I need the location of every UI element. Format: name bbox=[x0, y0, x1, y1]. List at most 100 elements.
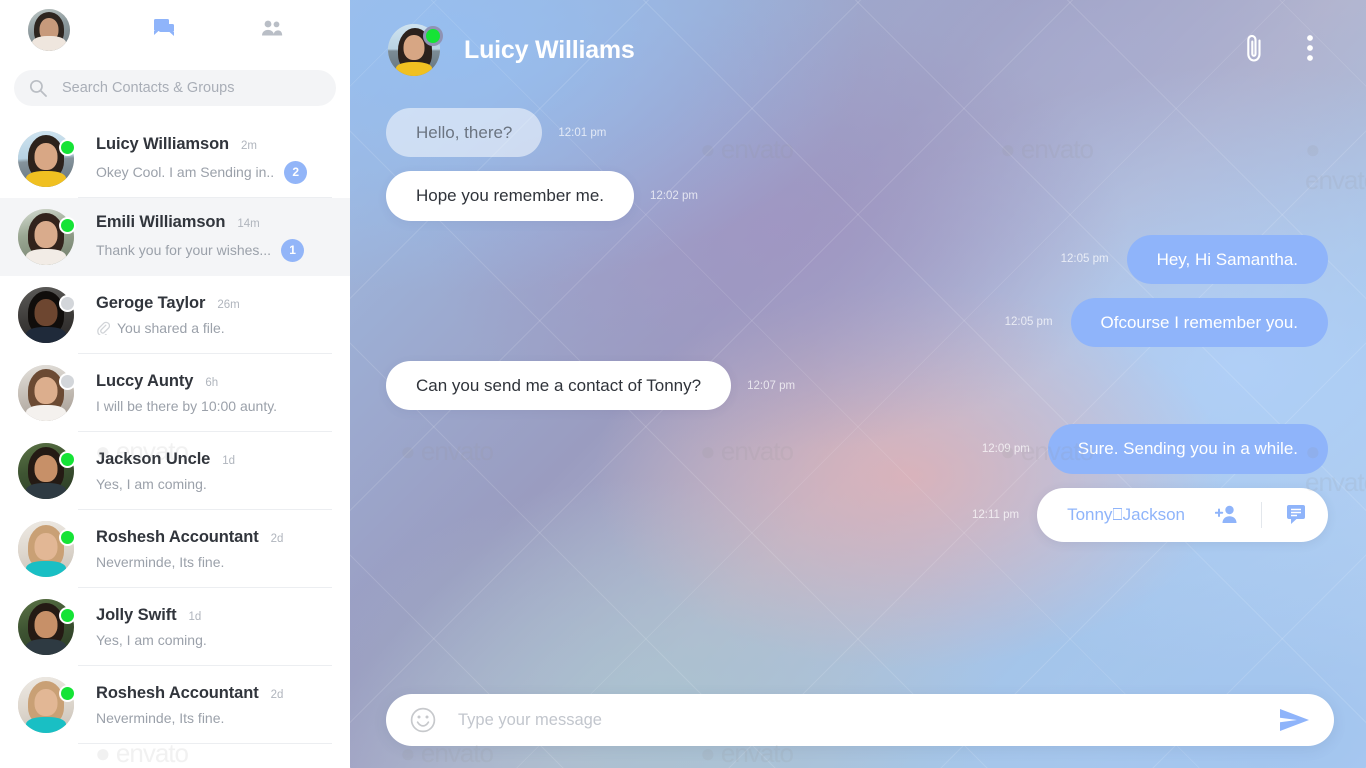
contact-list[interactable]: Luicy Williamson 2m Okey Cool. I am Send… bbox=[0, 120, 350, 768]
contact-timestamp: 26m bbox=[217, 299, 240, 311]
message-bubble: Hope you remember me. bbox=[386, 171, 635, 221]
list-item-body: Geroge Taylor 26m You shared a file. bbox=[96, 294, 334, 337]
avatar bbox=[18, 365, 76, 421]
message-bubble: Can you send me a contact of Tonny? bbox=[386, 361, 732, 411]
contact-preview: Yes, I am coming. bbox=[96, 632, 207, 648]
contact-name: Jackson Uncle bbox=[96, 450, 211, 468]
list-item[interactable]: Jackson Uncle 1d Yes, I am coming. bbox=[0, 432, 350, 510]
contact-preview: Okey Cool. I am Sending in.. bbox=[96, 164, 275, 180]
unread-badge: 1 bbox=[281, 238, 305, 262]
paperclip-icon bbox=[1243, 31, 1265, 70]
search-icon bbox=[28, 78, 48, 98]
unread-badge: 2 bbox=[284, 160, 308, 184]
status-badge-online bbox=[423, 26, 443, 46]
status-badge-offline bbox=[59, 295, 76, 312]
contact-preview: Thank you for your wishes... bbox=[96, 242, 272, 258]
contact-name: Luccy Aunty bbox=[96, 372, 194, 390]
shared-contact-card[interactable]: Tonny⎕Jackson bbox=[1037, 487, 1328, 542]
more-options-button[interactable] bbox=[1288, 28, 1332, 72]
avatar bbox=[18, 131, 76, 187]
message-row: Can you send me a contact of Tonny? 12:07… bbox=[386, 361, 1328, 411]
contact-timestamp: 1d bbox=[188, 611, 202, 623]
emoji-smiley-icon[interactable] bbox=[410, 707, 436, 733]
chat-header-actions bbox=[1232, 28, 1332, 72]
chat-application: Luicy Williamson 2m Okey Cool. I am Send… bbox=[0, 0, 1366, 768]
message-row: 12:05 pm Hey, Hi Samantha. bbox=[386, 234, 1328, 284]
divider bbox=[1261, 501, 1262, 528]
message-bubble: Hey, Hi Samantha. bbox=[1126, 234, 1328, 284]
people-group-icon bbox=[260, 19, 284, 42]
status-badge-online bbox=[59, 607, 76, 624]
status-badge-online bbox=[59, 685, 76, 702]
list-item-body: Roshesh Accountant 2d Neverminde, Its fi… bbox=[96, 528, 334, 570]
contact-timestamp: 2d bbox=[270, 533, 284, 545]
contact-name: Roshesh Accountant bbox=[96, 684, 259, 702]
add-person-icon[interactable] bbox=[1214, 503, 1239, 527]
message-composer[interactable] bbox=[386, 694, 1334, 746]
chat-panel: Luicy Williams Hello, there? 12:01 pm Ho… bbox=[350, 0, 1366, 768]
contact-timestamp: 14m bbox=[237, 217, 260, 230]
list-item-body: Luicy Williamson 2m Okey Cool. I am Send… bbox=[96, 135, 334, 184]
contact-preview: Neverminde, Its fine. bbox=[96, 710, 225, 726]
shared-contact-name: Tonny⎕Jackson bbox=[1067, 504, 1185, 524]
contact-name: Roshesh Accountant bbox=[96, 528, 259, 546]
message-bubble: Sure. Sending you in a while. bbox=[1047, 424, 1328, 474]
avatar bbox=[18, 443, 76, 499]
avatar bbox=[18, 521, 76, 577]
list-item-body: Jolly Swift 1d Yes, I am coming. bbox=[96, 606, 334, 648]
search-input[interactable] bbox=[62, 80, 322, 96]
sidebar-tabs bbox=[134, 6, 350, 54]
contact-timestamp: 2m bbox=[241, 139, 258, 152]
avatar bbox=[18, 287, 76, 343]
avatar bbox=[18, 599, 76, 655]
list-item[interactable]: Luccy Aunty 6h I will be there by 10:00 … bbox=[0, 354, 350, 432]
message-row: 12:05 pm Ofcourse I remember you. bbox=[386, 297, 1328, 347]
avatar bbox=[18, 677, 76, 733]
list-item[interactable]: Jolly Swift 1d Yes, I am coming. bbox=[0, 588, 350, 666]
contact-preview: Neverminde, Its fine. bbox=[96, 554, 225, 570]
message-timestamp: 12:07 pm bbox=[747, 379, 796, 392]
contact-timestamp: 1d bbox=[222, 455, 236, 467]
list-item[interactable]: Geroge Taylor 26m You shared a file. bbox=[0, 276, 350, 354]
message-timestamp: 12:05 pm bbox=[1060, 253, 1109, 266]
message-row: Hope you remember me. 12:02 pm bbox=[386, 171, 1328, 221]
contact-name: Luicy Williamson bbox=[96, 134, 230, 153]
attach-button[interactable] bbox=[1232, 28, 1276, 72]
list-item[interactable]: Roshesh Accountant 2d Neverminde, Its fi… bbox=[0, 510, 350, 588]
chat-contact-avatar[interactable] bbox=[388, 24, 443, 76]
list-item-body: Emili Williamson 14m Thank you for your … bbox=[96, 213, 334, 262]
list-item-body: Jackson Uncle 1d Yes, I am coming. bbox=[96, 450, 334, 492]
tab-chats[interactable] bbox=[134, 6, 194, 54]
chat-contact-name: Luicy Williams bbox=[464, 35, 635, 64]
more-vertical-icon bbox=[1306, 34, 1314, 67]
contact-name: Jolly Swift bbox=[96, 606, 177, 624]
status-badge-online bbox=[59, 529, 76, 546]
my-profile-avatar[interactable] bbox=[28, 9, 70, 51]
paperclip-icon bbox=[96, 321, 111, 337]
message-row: Hello, there? 12:01 pm bbox=[386, 108, 1328, 158]
list-item[interactable]: Luicy Williamson 2m Okey Cool. I am Send… bbox=[0, 120, 350, 198]
send-paper-plane-icon[interactable] bbox=[1278, 707, 1312, 733]
status-badge-online bbox=[59, 217, 76, 234]
message-icon[interactable] bbox=[1284, 503, 1308, 527]
list-item[interactable]: Emili Williamson 14m Thank you for your … bbox=[0, 198, 350, 276]
status-badge-online bbox=[59, 139, 76, 156]
message-row: 12:11 pm Tonny⎕Jackson bbox=[386, 487, 1328, 542]
search-bar[interactable] bbox=[14, 70, 336, 106]
message-timestamp: 12:01 pm bbox=[558, 126, 607, 139]
list-item[interactable]: Roshesh Accountant 2d Neverminde, Its fi… bbox=[0, 666, 350, 744]
message-bubble: Ofcourse I remember you. bbox=[1070, 297, 1328, 347]
contact-timestamp: 6h bbox=[205, 377, 219, 389]
chat-bubble-icon bbox=[153, 18, 175, 43]
contact-name: Geroge Taylor bbox=[96, 294, 206, 312]
status-badge-online bbox=[59, 451, 76, 468]
contact-preview: I will be there by 10:00 aunty. bbox=[96, 398, 278, 414]
contact-name: Emili Williamson bbox=[96, 212, 226, 231]
sidebar: Luicy Williamson 2m Okey Cool. I am Send… bbox=[0, 0, 350, 768]
message-timestamp: 12:09 pm bbox=[981, 442, 1030, 455]
message-bubble: Hello, there? bbox=[386, 108, 543, 158]
list-item-body: Luccy Aunty 6h I will be there by 10:00 … bbox=[96, 372, 334, 414]
tab-groups[interactable] bbox=[242, 6, 302, 54]
message-input[interactable] bbox=[458, 710, 1278, 730]
sidebar-topbar bbox=[0, 0, 350, 60]
